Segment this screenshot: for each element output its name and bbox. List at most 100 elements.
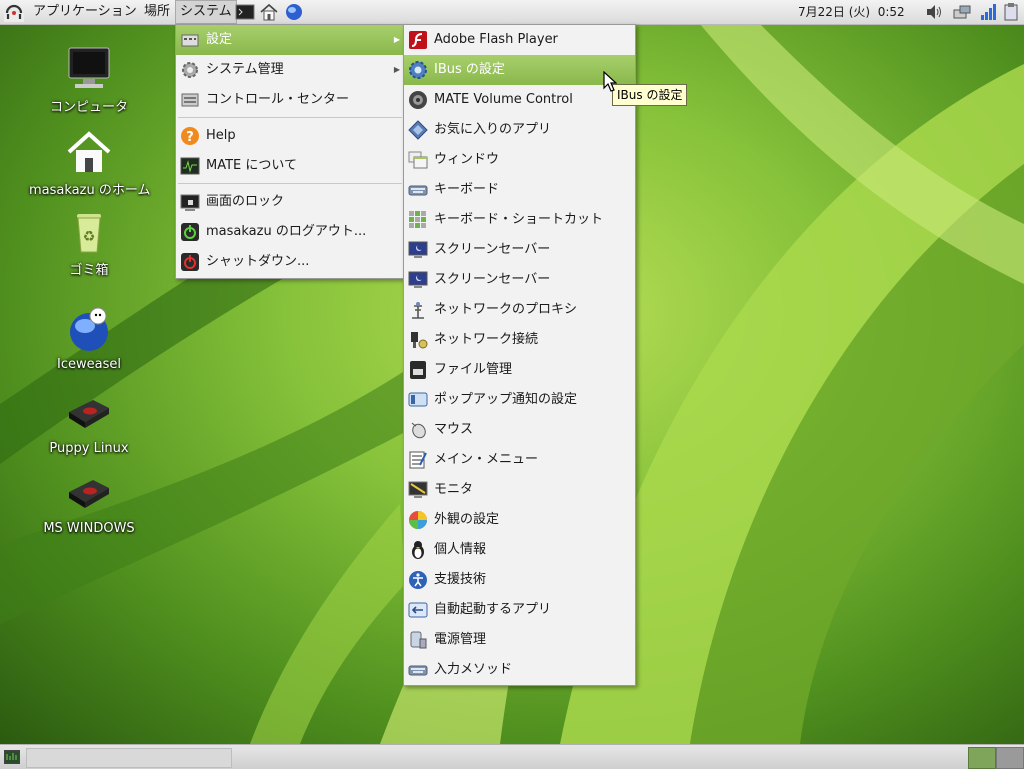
system-menu[interactable]: システム [175, 0, 237, 24]
power-icon [410, 631, 427, 649]
menu-item-label: Adobe Flash Player [434, 32, 558, 47]
home-folder-icon[interactable] [259, 2, 279, 22]
applications-menu[interactable]: アプリケーション [28, 0, 142, 24]
menu-item-label: MATE について [206, 158, 297, 173]
menu-item-keyboard[interactable]: キーボード [404, 175, 635, 205]
mate-logo-icon[interactable] [4, 2, 24, 22]
menu-item-network-connections[interactable]: ネットワーク接続 [404, 325, 635, 355]
input-method-icon [408, 665, 428, 676]
lock-screen-icon [180, 194, 200, 211]
autostart-icon [408, 602, 428, 618]
accessibility-icon [409, 571, 427, 589]
menu-item-preferences[interactable]: 設定 ▶ [176, 25, 404, 55]
menu-item-appearance[interactable]: 外観の設定 [404, 505, 635, 535]
speaker-icon [409, 91, 427, 109]
screensaver-icon [408, 271, 428, 288]
desktop-icon-puppy-linux[interactable]: Puppy Linux [29, 390, 149, 456]
menu-item-label: キーボード・ショートカット [434, 212, 604, 227]
menu-item-screensaver[interactable]: スクリーンセーバー [404, 235, 635, 265]
menu-item-accessibility[interactable]: 支援技術 [404, 565, 635, 595]
menu-item-lock-screen[interactable]: 画面のロック [176, 187, 404, 217]
places-menu[interactable]: 場所 [139, 0, 175, 24]
desktop-icon-ms-windows[interactable]: MS WINDOWS [29, 470, 149, 536]
menu-item-keyboard-shortcuts[interactable]: キーボード・ショートカット [404, 205, 635, 235]
menu-item-logout[interactable]: masakazu のログアウト... [176, 217, 404, 247]
flash-icon [409, 31, 427, 49]
tooltip: IBus の設定 [612, 84, 688, 106]
menu-item-administration[interactable]: システム管理 ▶ [176, 55, 404, 85]
menu-item-about-mate[interactable]: MATE について [176, 151, 404, 181]
menu-item-favorite-apps[interactable]: お気に入りのアプリ [404, 115, 635, 145]
menu-item-popup-notifications[interactable]: ポップアップ通知の設定 [404, 385, 635, 415]
terminal-icon[interactable] [235, 2, 255, 22]
top-panel: アプリケーション 場所 システム 7月22日 (火) 0:52 [0, 0, 1024, 25]
menu-item-help[interactable]: ? Help [176, 121, 404, 151]
clock[interactable]: 7月22日 (火) 0:52 [798, 0, 905, 24]
workspace-2[interactable] [996, 747, 1024, 769]
mouse-icon [411, 422, 426, 439]
menu-item-shutdown[interactable]: シャットダウン... [176, 247, 404, 277]
preferences-icon [181, 34, 199, 47]
menu-item-label: masakazu のログアウト... [206, 224, 367, 239]
network-status-icon[interactable] [952, 2, 972, 22]
window-icon [408, 151, 428, 169]
menu-item-control-center[interactable]: コントロール・センター [176, 85, 404, 115]
menu-item-label: 外観の設定 [434, 512, 500, 527]
desktop-icon-label: MS WINDOWS [43, 521, 135, 536]
show-desktop-icon[interactable] [4, 750, 20, 764]
menu-item-label: Help [206, 128, 236, 143]
menu-item-ibus-settings[interactable]: IBus の設定 [404, 55, 635, 85]
menu-separator [178, 117, 402, 118]
desktop-icon-home[interactable]: masakazu のホーム [29, 128, 150, 198]
menu-item-label: 画面のロック [206, 194, 285, 209]
submenu-arrow-icon: ▶ [393, 35, 400, 44]
menu-item-screensaver[interactable]: スクリーンセーバー [404, 265, 635, 295]
menu-item-network-proxy[interactable]: ネットワークのプロキシ [404, 295, 635, 325]
mouse-cursor-icon [603, 71, 617, 92]
desktop-icon-trash[interactable]: ♻ ゴミ箱 [29, 208, 149, 278]
clipboard-icon[interactable] [1001, 2, 1021, 22]
about-icon [180, 157, 200, 175]
menu-item-monitor[interactable]: モニタ [404, 475, 635, 505]
workspace-1[interactable] [968, 747, 996, 769]
desktop-icon-iceweasel[interactable]: Iceweasel [29, 306, 149, 372]
menu-item-label: 電源管理 [434, 632, 487, 647]
iceweasel-icon[interactable] [284, 2, 304, 22]
bottom-panel [0, 744, 1024, 769]
logout-icon [181, 223, 199, 241]
gear-icon [182, 62, 198, 78]
monitor-icon [408, 481, 428, 498]
menu-item-startup-apps[interactable]: 自動起動するアプリ [404, 595, 635, 625]
menu-item-label: 設定 [206, 32, 233, 47]
signal-strength-icon[interactable] [978, 2, 998, 22]
menu-item-label: 自動起動するアプリ [434, 602, 552, 617]
menu-item-mouse[interactable]: マウス [404, 415, 635, 445]
menu-item-adobe-flash-player[interactable]: Adobe Flash Player [404, 25, 635, 55]
menu-item-label: ファイル管理 [434, 362, 513, 377]
menu-item-label: IBus の設定 [434, 62, 505, 77]
menu-item-main-menu[interactable]: メイン・メニュー [404, 445, 635, 475]
menu-item-file-management[interactable]: ファイル管理 [404, 355, 635, 385]
computer-icon [65, 45, 113, 93]
proxy-icon [412, 302, 424, 319]
menu-item-label: 入力メソッド [434, 662, 513, 677]
penguin-icon [412, 541, 424, 559]
menu-item-input-method[interactable]: 入力メソッド [404, 655, 635, 685]
menu-item-label: コントロール・センター [206, 92, 350, 107]
speaker-icon[interactable] [924, 2, 944, 22]
menu-item-label: システム管理 [206, 62, 284, 77]
window-list[interactable] [26, 748, 232, 768]
iceweasel-icon [65, 306, 113, 354]
menu-item-power-management[interactable]: 電源管理 [404, 625, 635, 655]
menu-item-windows[interactable]: ウィンドウ [404, 145, 635, 175]
desktop-icon-label: Puppy Linux [49, 441, 129, 456]
network-icon [411, 332, 428, 349]
shortcuts-icon [409, 211, 426, 228]
menu-item-volume-control[interactable]: MATE Volume Control [404, 85, 635, 115]
menu-item-label: 個人情報 [434, 542, 487, 557]
desktop-icon-computer[interactable]: コンピュータ [29, 45, 149, 115]
menu-item-personal-info[interactable]: 個人情報 [404, 535, 635, 565]
menu-item-label: スクリーンセーバー [434, 272, 551, 287]
control-center-icon [181, 93, 199, 107]
menu-item-label: MATE Volume Control [434, 92, 573, 107]
